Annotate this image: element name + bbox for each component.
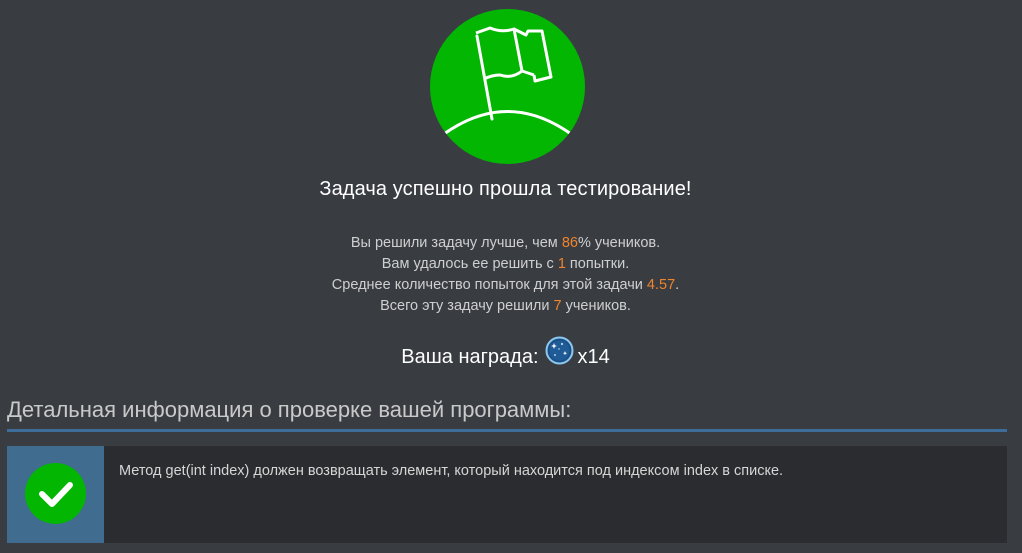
check-icon [25,463,86,524]
task-statistics: Вы решили задачу лучше, чем 86% учеников… [0,233,1011,317]
check-status-cell [7,446,104,543]
success-title: Задача успешно прошла тестирование! [319,178,692,200]
flag-badge-icon [430,9,585,164]
stat-solved-value: 7 [553,298,562,314]
stat-average-attempts: Среднее количество попыток для этой зада… [331,277,680,293]
stat-percent-value: 86 [561,235,578,251]
check-message: Метод get(int index) должен возвращать э… [119,463,784,479]
stat-attempts: Вам удалось ее решить с 1 попытки. [381,256,630,272]
reward-count: x14 [577,346,610,368]
stat-better-than: Вы решили задачу лучше, чем 86% учеников… [350,235,661,251]
reward: Ваша награда: x14 [0,336,1011,369]
task-result-page: Задача успешно прошла тестирование! Вы р… [0,0,1022,553]
check-result-row: Метод get(int index) должен возвращать э… [7,446,1007,543]
dark-matter-gem-icon [545,336,574,365]
section-divider [7,429,1007,432]
stat-attempts-value: 1 [557,256,566,272]
stat-solved-count: Всего эту задачу решили 7 учеников. [380,298,631,314]
details-section-title: Детальная информация о проверке вашей пр… [7,397,572,422]
reward-label: Ваша награда: [401,346,539,368]
stat-average-value: 4.57 [646,277,676,293]
